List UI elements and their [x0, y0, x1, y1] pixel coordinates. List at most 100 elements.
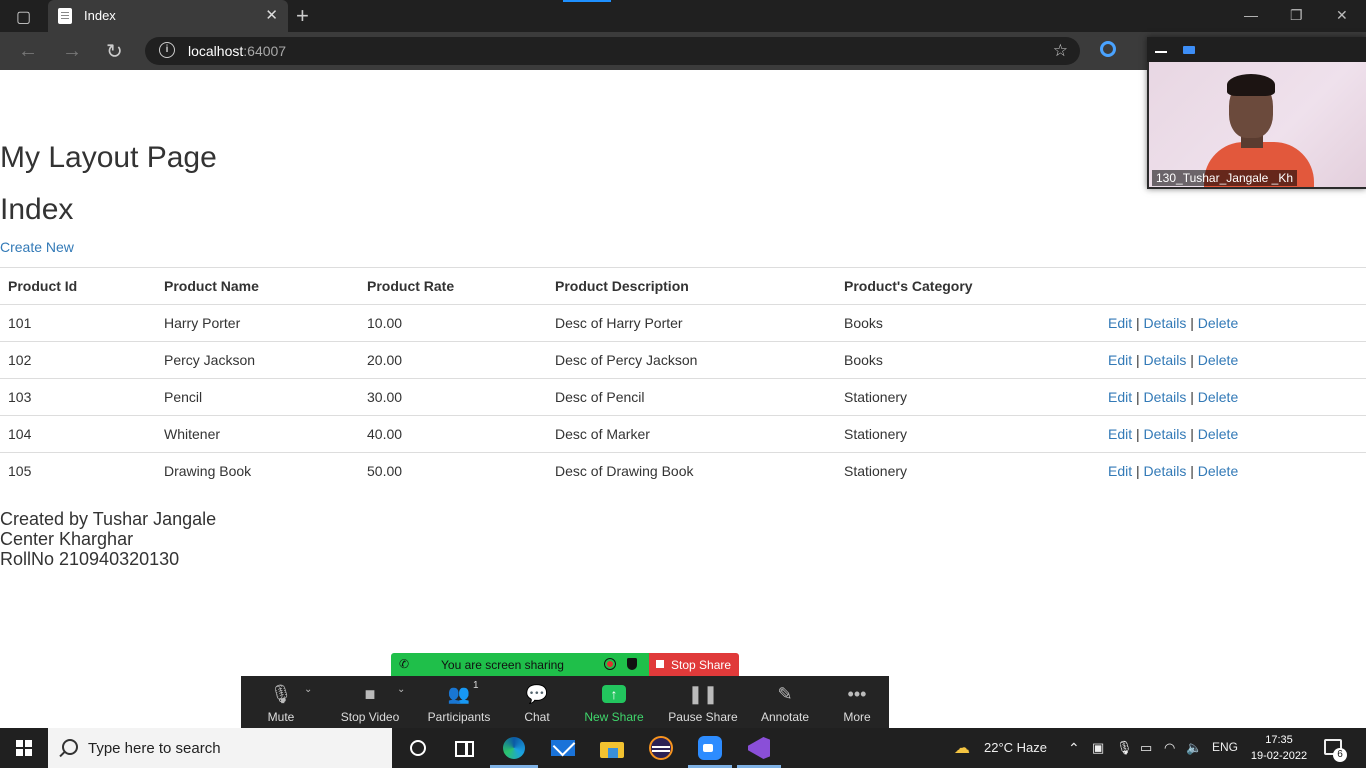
microphone-tray-icon[interactable]: 🎙	[1116, 740, 1133, 756]
action-separator: |	[1186, 463, 1198, 479]
edit-link[interactable]: Edit	[1108, 315, 1132, 331]
new-share-button[interactable]: ↑ New Share	[579, 676, 649, 728]
cell-actions: Edit | Details | Delete	[1100, 452, 1366, 489]
action-separator: |	[1186, 389, 1198, 405]
close-window-icon[interactable]: ✕	[1336, 7, 1348, 24]
participant-name: 130_Tushar_Jangale _Kh	[1152, 170, 1297, 186]
forward-arrow-icon[interactable]: →	[62, 40, 82, 63]
edit-link[interactable]: Edit	[1108, 463, 1132, 479]
chevron-up-icon[interactable]: ⌃	[1068, 740, 1080, 757]
close-icon[interactable]: ✕	[265, 6, 278, 24]
edge-extension-icon[interactable]	[1100, 41, 1116, 57]
taskbar-clock[interactable]: 17:35 19-02-2022	[1249, 732, 1309, 764]
pause-share-button[interactable]: ❚❚ Pause Share	[663, 676, 743, 728]
back-arrow-icon[interactable]: ←	[18, 40, 38, 63]
edge-browser-icon[interactable]	[502, 736, 526, 760]
action-separator: |	[1132, 426, 1144, 442]
video-camera-icon: ■	[364, 684, 376, 704]
details-link[interactable]: Details	[1144, 389, 1187, 405]
chat-button[interactable]: 💬 Chat	[507, 676, 567, 728]
header-product-category: Product's Category	[836, 267, 1100, 305]
taskbar-search[interactable]: Type here to search	[48, 728, 392, 768]
pencil-icon: ✎	[777, 684, 793, 704]
eclipse-icon[interactable]	[649, 736, 673, 760]
details-link[interactable]: Details	[1144, 426, 1187, 442]
delete-link[interactable]: Delete	[1198, 426, 1238, 442]
action-separator: |	[1186, 426, 1198, 442]
edit-link[interactable]: Edit	[1108, 352, 1132, 368]
chevron-up-icon[interactable]: ⌄	[304, 684, 312, 695]
search-placeholder: Type here to search	[88, 740, 221, 757]
table-row: 105 Drawing Book 50.00 Desc of Drawing Book…	[0, 452, 1366, 489]
record-icon[interactable]	[604, 658, 616, 670]
person-hair	[1227, 74, 1275, 96]
stop-share-button[interactable]: Stop Share	[649, 653, 739, 676]
chevron-up-icon[interactable]: ⌄	[397, 684, 405, 695]
meet-now-icon[interactable]: ▣	[1092, 740, 1104, 756]
edit-link[interactable]: Edit	[1108, 389, 1132, 405]
new-tab-icon[interactable]: +	[296, 3, 309, 29]
refresh-icon[interactable]: ↻	[106, 39, 123, 64]
more-button[interactable]: ••• More	[827, 676, 887, 728]
visual-studio-icon[interactable]	[746, 736, 770, 760]
camera-icon[interactable]	[1183, 46, 1195, 54]
address-text: localhost:64007	[188, 43, 287, 59]
cell-product-category: Books	[836, 341, 1100, 379]
participants-button[interactable]: 👥 1 Participants	[424, 676, 494, 728]
windows-start-icon[interactable]	[16, 740, 32, 756]
weather-icon[interactable]: ☁	[954, 738, 970, 758]
stop-video-button[interactable]: ■ Stop Video	[335, 676, 405, 728]
sharing-status-text: You are screen sharing	[441, 658, 564, 672]
pause-share-label: Pause Share	[668, 710, 738, 724]
action-separator: |	[1132, 315, 1144, 331]
cell-product-id: 103	[0, 378, 156, 416]
wifi-icon[interactable]: ◠	[1164, 740, 1175, 756]
delete-link[interactable]: Delete	[1198, 463, 1238, 479]
cell-product-id: 102	[0, 341, 156, 379]
new-share-label: New Share	[584, 710, 644, 724]
pause-icon: ❚❚	[687, 684, 719, 704]
details-link[interactable]: Details	[1144, 463, 1187, 479]
action-separator: |	[1132, 463, 1144, 479]
stop-square-icon	[656, 660, 664, 668]
delete-link[interactable]: Delete	[1198, 315, 1238, 331]
cell-product-name: Whitener	[156, 415, 359, 453]
details-link[interactable]: Details	[1144, 315, 1187, 331]
minimize-video-icon[interactable]	[1155, 51, 1167, 53]
minimize-icon[interactable]: —	[1244, 7, 1258, 23]
annotate-label: Annotate	[760, 710, 810, 724]
cell-product-category: Stationery	[836, 415, 1100, 453]
file-explorer-icon[interactable]	[600, 736, 624, 760]
restore-icon[interactable]: ❐	[1290, 7, 1303, 24]
products-table: Product Id Product Name Product Rate Pro…	[0, 267, 1366, 489]
favorite-star-icon[interactable]: ☆	[1053, 41, 1068, 61]
weather-text[interactable]: 22°C Haze	[984, 740, 1047, 755]
zoom-video-tile[interactable]: 130_Tushar_Jangale _Kh	[1147, 37, 1366, 189]
edit-link[interactable]: Edit	[1108, 426, 1132, 442]
cell-product-description: Desc of Marker	[547, 415, 836, 453]
annotate-button[interactable]: ✎ Annotate	[750, 676, 820, 728]
shield-icon[interactable]	[627, 658, 637, 670]
chat-label: Chat	[524, 710, 550, 724]
delete-link[interactable]: Delete	[1198, 352, 1238, 368]
page-footer: Created by Tushar Jangale Center Khargha…	[0, 509, 216, 569]
zoom-app-icon[interactable]	[698, 736, 722, 760]
details-link[interactable]: Details	[1144, 352, 1187, 368]
mute-button[interactable]: 🎙 Mute	[251, 676, 311, 728]
language-indicator[interactable]: ENG	[1212, 740, 1238, 754]
task-view-icon[interactable]	[452, 736, 476, 760]
battery-icon[interactable]: ▭	[1140, 740, 1152, 756]
delete-link[interactable]: Delete	[1198, 389, 1238, 405]
mail-icon[interactable]	[551, 733, 576, 760]
info-icon[interactable]: i	[159, 42, 175, 58]
footer-rollno: RollNo 210940320130	[0, 549, 180, 569]
tab-index[interactable]: Index ✕	[48, 0, 288, 32]
cortana-icon[interactable]	[406, 736, 430, 760]
screen-sharing-banner[interactable]: ✆ You are screen sharing	[391, 653, 649, 676]
cell-product-category: Stationery	[836, 452, 1100, 489]
tab-actions-icon[interactable]: ▢	[16, 7, 31, 27]
search-icon	[62, 739, 78, 755]
volume-icon[interactable]: 🔈	[1186, 740, 1202, 756]
create-new-link[interactable]: Create New	[0, 239, 74, 255]
address-bar[interactable]: i localhost:64007 ☆	[145, 37, 1080, 65]
